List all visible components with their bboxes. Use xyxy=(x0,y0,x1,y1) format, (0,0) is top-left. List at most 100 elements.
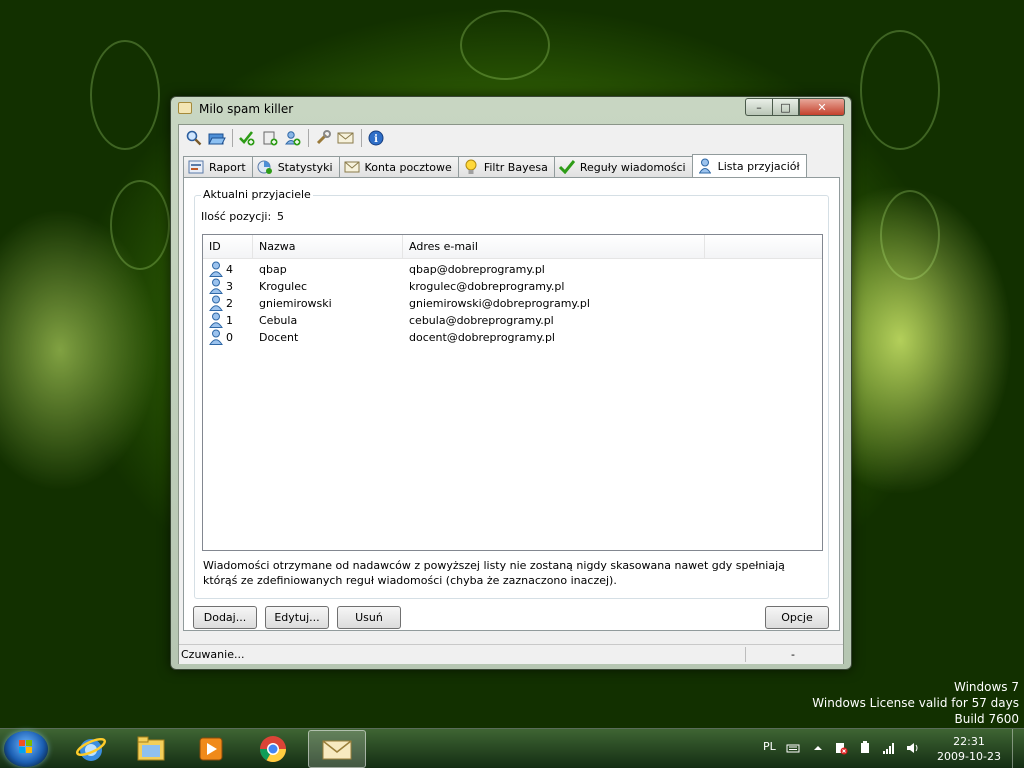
close-button[interactable]: ✕ xyxy=(799,98,845,116)
add-green-icon[interactable] xyxy=(236,127,258,149)
tools-icon[interactable] xyxy=(312,127,334,149)
column-header-email[interactable]: Adres e-mail xyxy=(403,235,705,259)
watermark-line: Build 7600 xyxy=(954,712,1019,726)
tab-konta-pocztowe[interactable]: Konta pocztowe xyxy=(338,156,459,177)
group-title: Aktualni przyjaciele xyxy=(201,188,313,201)
info-icon[interactable]: i xyxy=(365,127,387,149)
clock-time: 22:31 xyxy=(953,735,985,748)
tab-panel-lista-przyjaciol: Aktualni przyjaciele Ilość pozycji: 5 ID… xyxy=(183,177,840,631)
edit-button[interactable]: Edytuj... xyxy=(265,606,329,629)
toolbar: i xyxy=(179,125,843,151)
user-icon xyxy=(209,278,223,294)
list-rows: 4 qbap qbap@dobreprogramy.pl 3 Krogulec … xyxy=(203,261,822,346)
watermark-line: Windows 7 xyxy=(953,680,1019,694)
status-text: Czuwanie... xyxy=(181,648,245,661)
power-icon[interactable] xyxy=(858,741,872,755)
friends-list[interactable]: ID Nazwa Adres e-mail 4 qbap qbap@dobrep… xyxy=(202,234,823,551)
volume-icon[interactable] xyxy=(906,741,920,755)
status-right: - xyxy=(791,648,795,661)
cell-name: Docent xyxy=(259,331,299,344)
toolbar-separator xyxy=(361,129,362,147)
table-row[interactable]: 0 Docent docent@dobreprogramy.pl xyxy=(203,329,822,346)
cell-id: 0 xyxy=(226,331,233,344)
language-indicator[interactable]: PL xyxy=(763,740,776,753)
keyboard-icon[interactable] xyxy=(786,741,800,755)
title-bar[interactable]: Milo spam killer – □ ✕ xyxy=(171,97,851,121)
tab-filtr-bayesa[interactable]: Filtr Bayesa xyxy=(457,156,555,177)
add-user-icon[interactable] xyxy=(282,127,304,149)
open-folder-icon[interactable] xyxy=(206,127,228,149)
mail-account-icon xyxy=(344,160,360,174)
network-signal-icon[interactable] xyxy=(882,741,896,755)
tab-reguly-wiadomosci[interactable]: Reguły wiadomości xyxy=(553,156,693,177)
internet-explorer-icon xyxy=(75,737,107,761)
svg-text:i: i xyxy=(374,134,378,145)
cell-name: gniemirowski xyxy=(259,297,332,310)
list-header: ID Nazwa Adres e-mail xyxy=(203,235,822,259)
info-text: Wiadomości otrzymane od nadawców z powyż… xyxy=(203,559,785,587)
chevron-up-icon[interactable] xyxy=(811,741,825,755)
column-header-id[interactable]: ID xyxy=(203,235,253,259)
windows-watermark: Windows 7 Windows License valid for 57 d… xyxy=(812,679,1019,727)
clock-date: 2009-10-23 xyxy=(937,750,1001,763)
column-header-name[interactable]: Nazwa xyxy=(253,235,403,259)
table-row[interactable]: 1 Cebula cebula@dobreprogramy.pl xyxy=(203,312,822,329)
minimize-button[interactable]: – xyxy=(745,98,772,116)
app-window: Milo spam killer – □ ✕ i Raport Statysty… xyxy=(170,96,852,670)
toolbar-separator xyxy=(308,129,309,147)
milo-mail-icon xyxy=(322,740,352,760)
cell-name: Krogulec xyxy=(259,280,308,293)
client-area: i Raport Statystyki Konta pocztowe Filtr… xyxy=(178,124,844,664)
toolbar-separator xyxy=(232,129,233,147)
taskbar: PL 22:31 2009-10-23 xyxy=(0,728,1024,768)
taskbar-media-player[interactable] xyxy=(182,730,240,768)
cell-email: krogulec@dobreprogramy.pl xyxy=(409,280,565,293)
user-icon xyxy=(209,329,223,345)
watermark-line: Windows License valid for 57 days xyxy=(812,696,1019,710)
cell-id: 2 xyxy=(226,297,233,310)
tab-strip: Raport Statystyki Konta pocztowe Filtr B… xyxy=(183,154,807,177)
cell-id: 1 xyxy=(226,314,233,327)
tab-lista-przyjaciol[interactable]: Lista przyjaciół xyxy=(691,154,807,177)
cell-email: gniemirowski@dobreprogramy.pl xyxy=(409,297,590,310)
table-row[interactable]: 4 qbap qbap@dobreprogramy.pl xyxy=(203,261,822,278)
show-desktop-button[interactable] xyxy=(1012,729,1024,768)
status-separator xyxy=(745,647,746,662)
table-row[interactable]: 2 gniemirowski gniemirowski@dobreprogram… xyxy=(203,295,822,312)
user-icon xyxy=(209,261,223,277)
checkmark-icon xyxy=(558,160,575,174)
action-center-icon[interactable] xyxy=(834,741,848,755)
taskbar-milo-spam-killer[interactable] xyxy=(308,730,366,768)
media-player-icon xyxy=(199,737,223,761)
cell-id: 3 xyxy=(226,280,233,293)
cell-email: docent@dobreprogramy.pl xyxy=(409,331,555,344)
taskbar-explorer[interactable] xyxy=(122,730,180,768)
clock[interactable]: 22:31 2009-10-23 xyxy=(934,734,1004,764)
status-bar: Czuwanie... - xyxy=(179,644,843,664)
add-page-icon[interactable] xyxy=(259,127,281,149)
stats-icon xyxy=(257,160,273,174)
remove-button[interactable]: Usuń xyxy=(337,606,401,629)
window-controls: – □ ✕ xyxy=(745,98,845,116)
add-button[interactable]: Dodaj... xyxy=(193,606,257,629)
table-row[interactable]: 3 Krogulec krogulec@dobreprogramy.pl xyxy=(203,278,822,295)
taskbar-internet-explorer[interactable] xyxy=(62,730,120,768)
cell-email: qbap@dobreprogramy.pl xyxy=(409,263,545,276)
lightbulb-icon xyxy=(463,159,479,174)
cell-id: 4 xyxy=(226,263,233,276)
explorer-folder-icon xyxy=(137,736,165,761)
mail-icon[interactable] xyxy=(335,127,357,149)
taskbar-chrome[interactable] xyxy=(244,730,302,768)
tab-raport[interactable]: Raport xyxy=(183,156,253,177)
cell-name: qbap xyxy=(259,263,287,276)
start-button[interactable] xyxy=(4,731,48,767)
search-icon[interactable] xyxy=(183,127,205,149)
friends-group: Aktualni przyjaciele Ilość pozycji: 5 ID… xyxy=(194,188,829,599)
windows-logo-icon xyxy=(19,740,32,753)
options-button[interactable]: Opcje xyxy=(765,606,829,629)
count-value: 5 xyxy=(277,210,284,223)
maximize-button[interactable]: □ xyxy=(772,98,799,116)
chrome-icon xyxy=(259,736,287,763)
window-title: Milo spam killer xyxy=(199,102,294,116)
tab-statystyki[interactable]: Statystyki xyxy=(251,156,340,177)
